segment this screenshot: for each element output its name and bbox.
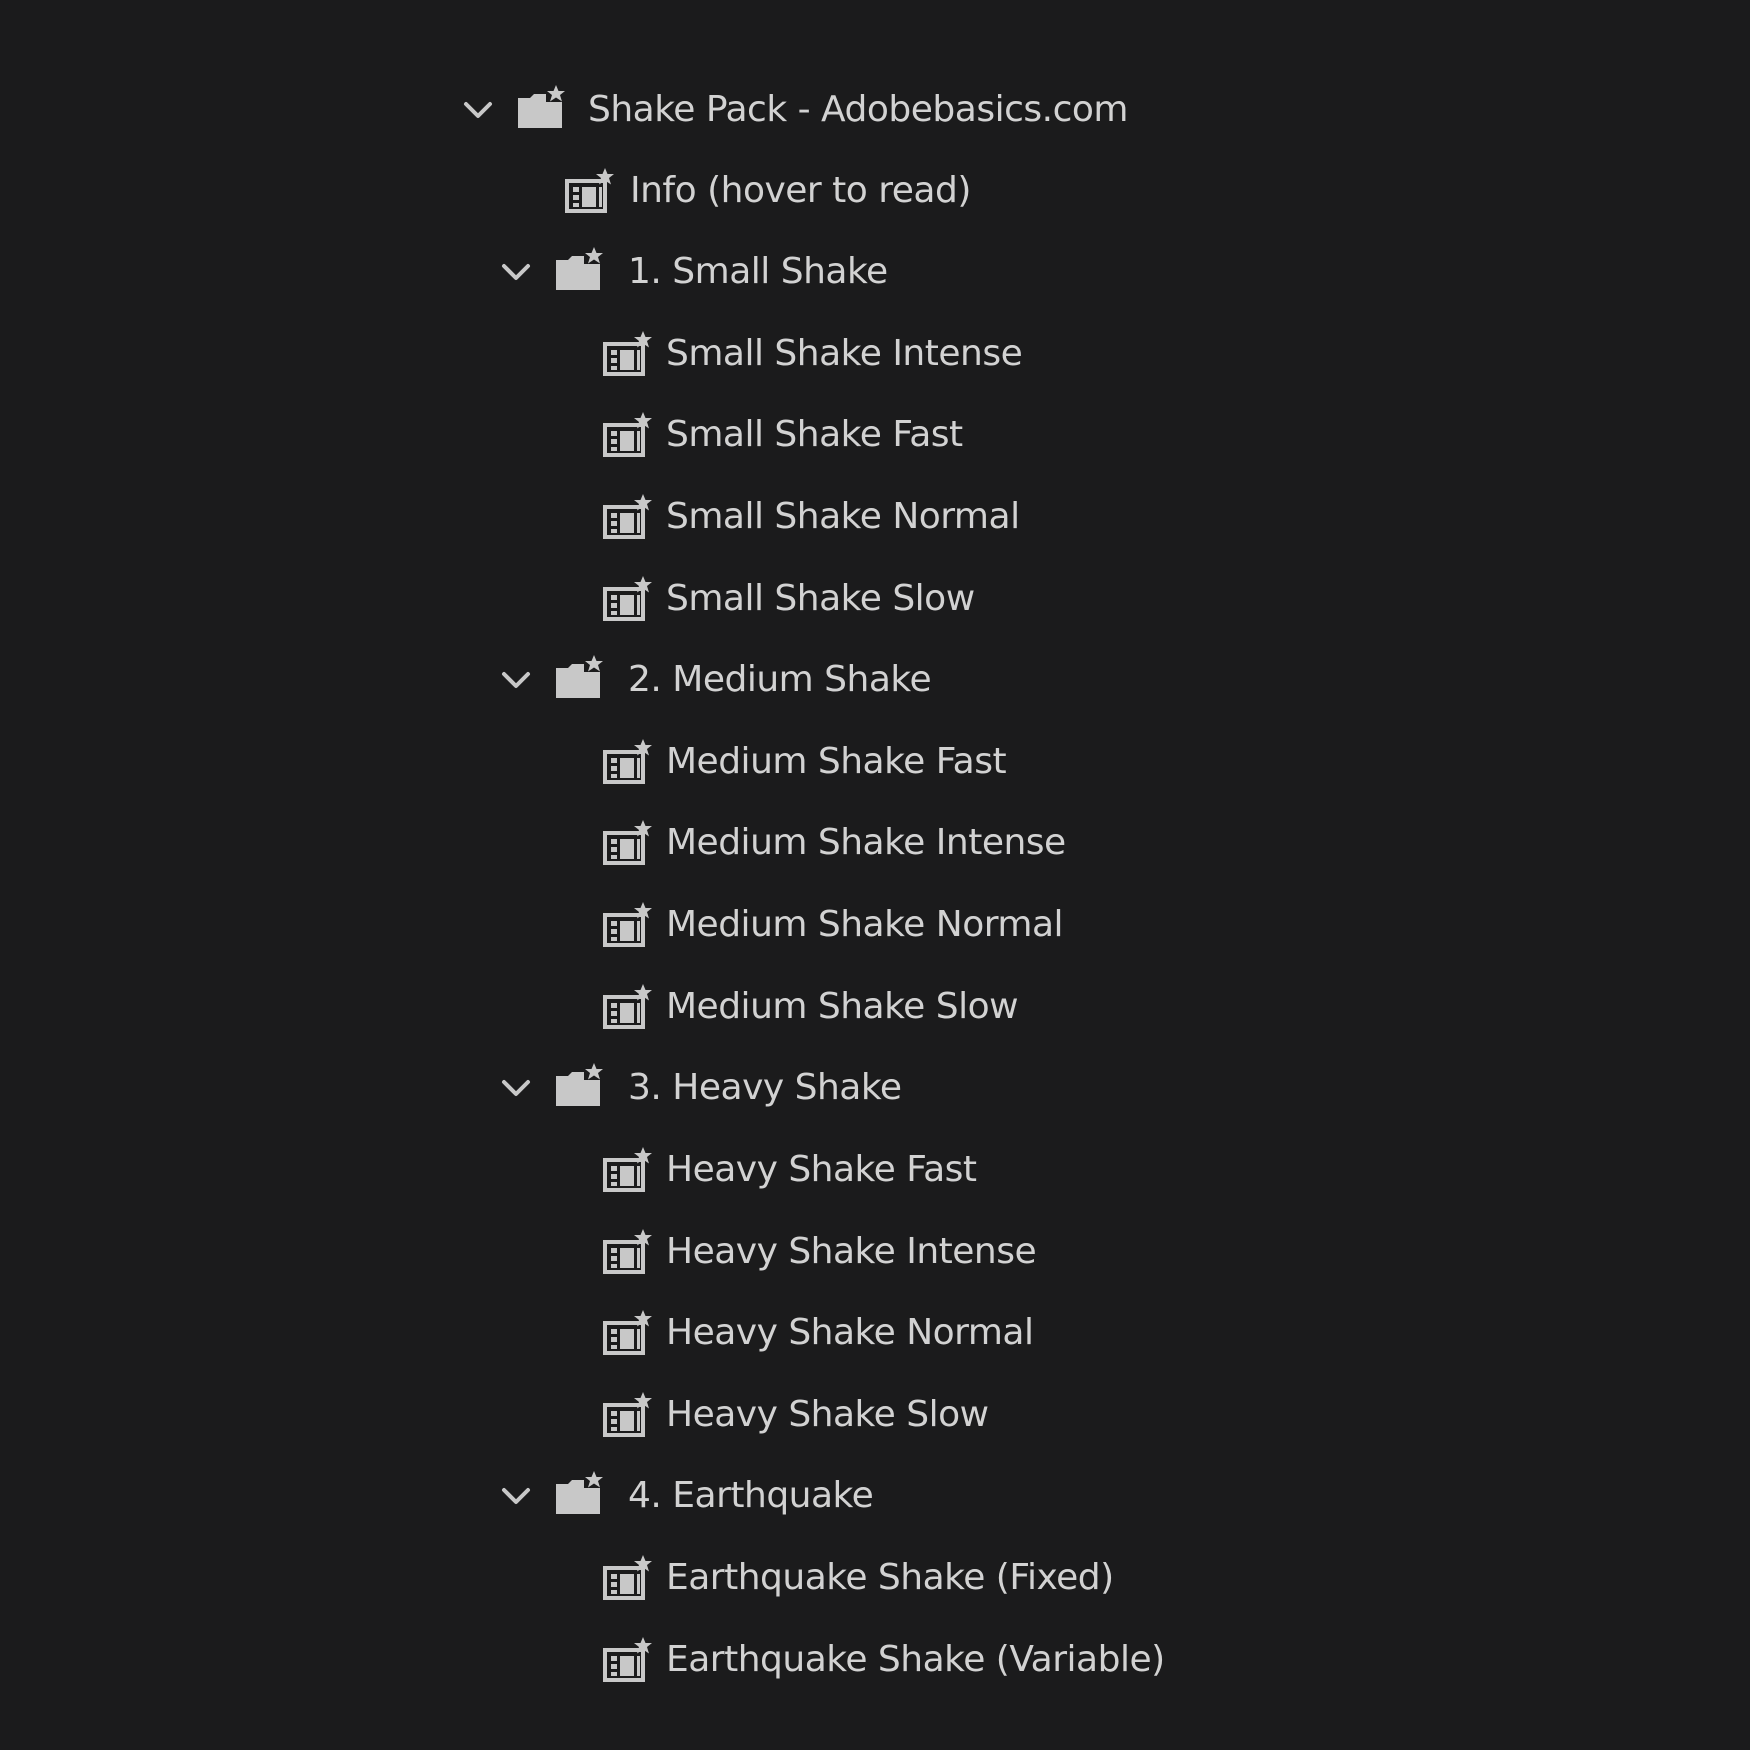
bin-star-icon bbox=[554, 1468, 606, 1520]
tree-row-preset[interactable]: Medium Shake Normal bbox=[602, 895, 1302, 955]
tree-row-folder-medium-shake[interactable]: 2. Medium Shake bbox=[498, 650, 1198, 710]
tree-row-preset[interactable]: Heavy Shake Normal bbox=[602, 1303, 1302, 1363]
tree-row-info[interactable]: Info (hover to read) bbox=[564, 161, 1164, 221]
tree-row-preset[interactable]: Heavy Shake Intense bbox=[602, 1222, 1302, 1282]
info-label: Info (hover to read) bbox=[630, 170, 971, 211]
tree-row-preset[interactable]: Heavy Shake Slow bbox=[602, 1385, 1302, 1445]
preset-label: Heavy Shake Fast bbox=[666, 1149, 977, 1190]
chevron-down-icon[interactable] bbox=[498, 254, 534, 290]
preset-label: Medium Shake Intense bbox=[666, 822, 1066, 863]
preset-label: Medium Shake Slow bbox=[666, 986, 1019, 1027]
sequence-star-icon bbox=[564, 165, 616, 217]
tree-row-preset[interactable]: Heavy Shake Fast bbox=[602, 1140, 1302, 1200]
folder-label: 2. Medium Shake bbox=[628, 659, 932, 700]
sequence-star-icon bbox=[602, 1389, 654, 1441]
preset-label: Heavy Shake Slow bbox=[666, 1394, 989, 1435]
preset-label: Earthquake Shake (Fixed) bbox=[666, 1557, 1114, 1598]
chevron-down-icon[interactable] bbox=[460, 92, 496, 128]
sequence-star-icon bbox=[602, 1226, 654, 1278]
bin-star-icon bbox=[554, 652, 606, 704]
tree-row-preset[interactable]: Small Shake Slow bbox=[602, 569, 1302, 629]
tree-row-folder-heavy-shake[interactable]: 3. Heavy Shake bbox=[498, 1058, 1198, 1118]
sequence-star-icon bbox=[602, 817, 654, 869]
folder-label: 1. Small Shake bbox=[628, 251, 888, 292]
tree-row-preset[interactable]: Medium Shake Slow bbox=[602, 977, 1302, 1037]
preset-tree: Shake Pack - Adobebasics.com Info (hover… bbox=[0, 0, 1750, 1750]
preset-label: Heavy Shake Intense bbox=[666, 1231, 1037, 1272]
bin-star-icon bbox=[554, 244, 606, 296]
sequence-star-icon bbox=[602, 899, 654, 951]
tree-row-folder-small-shake[interactable]: 1. Small Shake bbox=[498, 242, 1198, 302]
tree-row-preset[interactable]: Small Shake Intense bbox=[602, 324, 1302, 384]
tree-row-preset[interactable]: Earthquake Shake (Variable) bbox=[602, 1630, 1352, 1690]
preset-label: Earthquake Shake (Variable) bbox=[666, 1639, 1165, 1680]
tree-row-preset[interactable]: Medium Shake Fast bbox=[602, 732, 1302, 792]
bin-star-icon bbox=[516, 82, 568, 134]
tree-row-preset[interactable]: Small Shake Fast bbox=[602, 405, 1302, 465]
preset-label: Small Shake Fast bbox=[666, 414, 963, 455]
chevron-down-icon[interactable] bbox=[498, 1070, 534, 1106]
root-label: Shake Pack - Adobebasics.com bbox=[588, 89, 1128, 130]
tree-row-folder-earthquake[interactable]: 4. Earthquake bbox=[498, 1466, 1198, 1526]
sequence-star-icon bbox=[602, 328, 654, 380]
sequence-star-icon bbox=[602, 981, 654, 1033]
folder-label: 3. Heavy Shake bbox=[628, 1067, 902, 1108]
preset-label: Heavy Shake Normal bbox=[666, 1312, 1034, 1353]
preset-label: Medium Shake Normal bbox=[666, 904, 1064, 945]
sequence-star-icon bbox=[602, 409, 654, 461]
sequence-star-icon bbox=[602, 736, 654, 788]
tree-row-preset[interactable]: Earthquake Shake (Fixed) bbox=[602, 1548, 1352, 1608]
preset-label: Small Shake Intense bbox=[666, 333, 1023, 374]
sequence-star-icon bbox=[602, 1634, 654, 1686]
sequence-star-icon bbox=[602, 1307, 654, 1359]
sequence-star-icon bbox=[602, 573, 654, 625]
tree-row-preset[interactable]: Medium Shake Intense bbox=[602, 813, 1302, 873]
chevron-down-icon[interactable] bbox=[498, 662, 534, 698]
tree-row-root[interactable]: Shake Pack - Adobebasics.com bbox=[460, 80, 1160, 140]
preset-label: Medium Shake Fast bbox=[666, 741, 1007, 782]
preset-label: Small Shake Normal bbox=[666, 496, 1020, 537]
sequence-star-icon bbox=[602, 1552, 654, 1604]
chevron-down-icon[interactable] bbox=[498, 1478, 534, 1514]
tree-row-preset[interactable]: Small Shake Normal bbox=[602, 487, 1302, 547]
preset-label: Small Shake Slow bbox=[666, 578, 975, 619]
sequence-star-icon bbox=[602, 491, 654, 543]
folder-label: 4. Earthquake bbox=[628, 1475, 874, 1516]
sequence-star-icon bbox=[602, 1144, 654, 1196]
bin-star-icon bbox=[554, 1060, 606, 1112]
